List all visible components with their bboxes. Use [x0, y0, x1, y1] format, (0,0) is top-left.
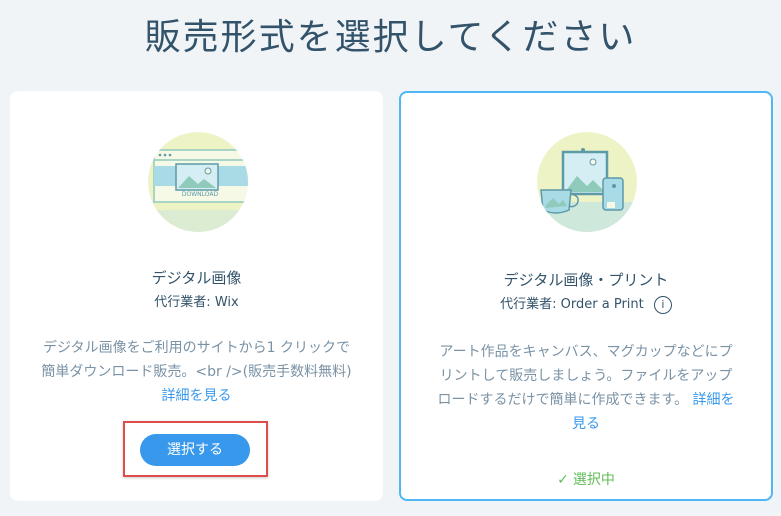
card-description: デジタル画像をご利用のサイトから1 クリックで簡単ダウンロード販売。<br />…: [40, 336, 353, 408]
check-icon: ✓: [557, 472, 569, 488]
print-illustration: [537, 132, 637, 232]
vendor-name: Wix: [214, 295, 239, 310]
card-title: デジタル画像: [151, 269, 242, 287]
selected-status: ✓ 選択中: [401, 469, 771, 489]
card-description: アート作品をキャンバス、マグカップなどにプリントして販売しましょう。ファイルをア…: [437, 340, 735, 436]
page-title: 販売形式を選択してください: [144, 17, 637, 58]
learn-more-link[interactable]: 詳細を見る: [162, 388, 232, 404]
select-button[interactable]: 選択する: [140, 434, 250, 466]
description-text: アート作品をキャンバス、マグカップなどにプリントして販売しましょう。ファイルをア…: [437, 344, 733, 408]
description-text: デジタル画像をご利用のサイトから1 クリックで簡単ダウンロード販売。<br />…: [41, 340, 352, 380]
selected-text: 選択中: [572, 472, 615, 488]
vendor-label: 代行業者:: [500, 297, 557, 312]
vendor-label: 代行業者:: [154, 295, 211, 310]
illustration-caption: DOWNLOAD: [182, 191, 219, 198]
vendor-line: 代行業者: Wix: [10, 291, 383, 310]
vendor-name: Order a Print: [560, 297, 644, 312]
card-digital-image-print[interactable]: デジタル画像・プリント 代行業者: Order a Print i アート作品を…: [399, 91, 773, 501]
vendor-line: 代行業者: Order a Print i: [401, 293, 771, 314]
card-digital-image[interactable]: DOWNLOAD デジタル画像 代行業者: Wix デジタル画像をご利用のサイト…: [10, 91, 383, 501]
download-illustration: DOWNLOAD: [148, 132, 248, 232]
card-title: デジタル画像・プリント: [503, 271, 669, 289]
info-icon[interactable]: i: [653, 295, 672, 314]
